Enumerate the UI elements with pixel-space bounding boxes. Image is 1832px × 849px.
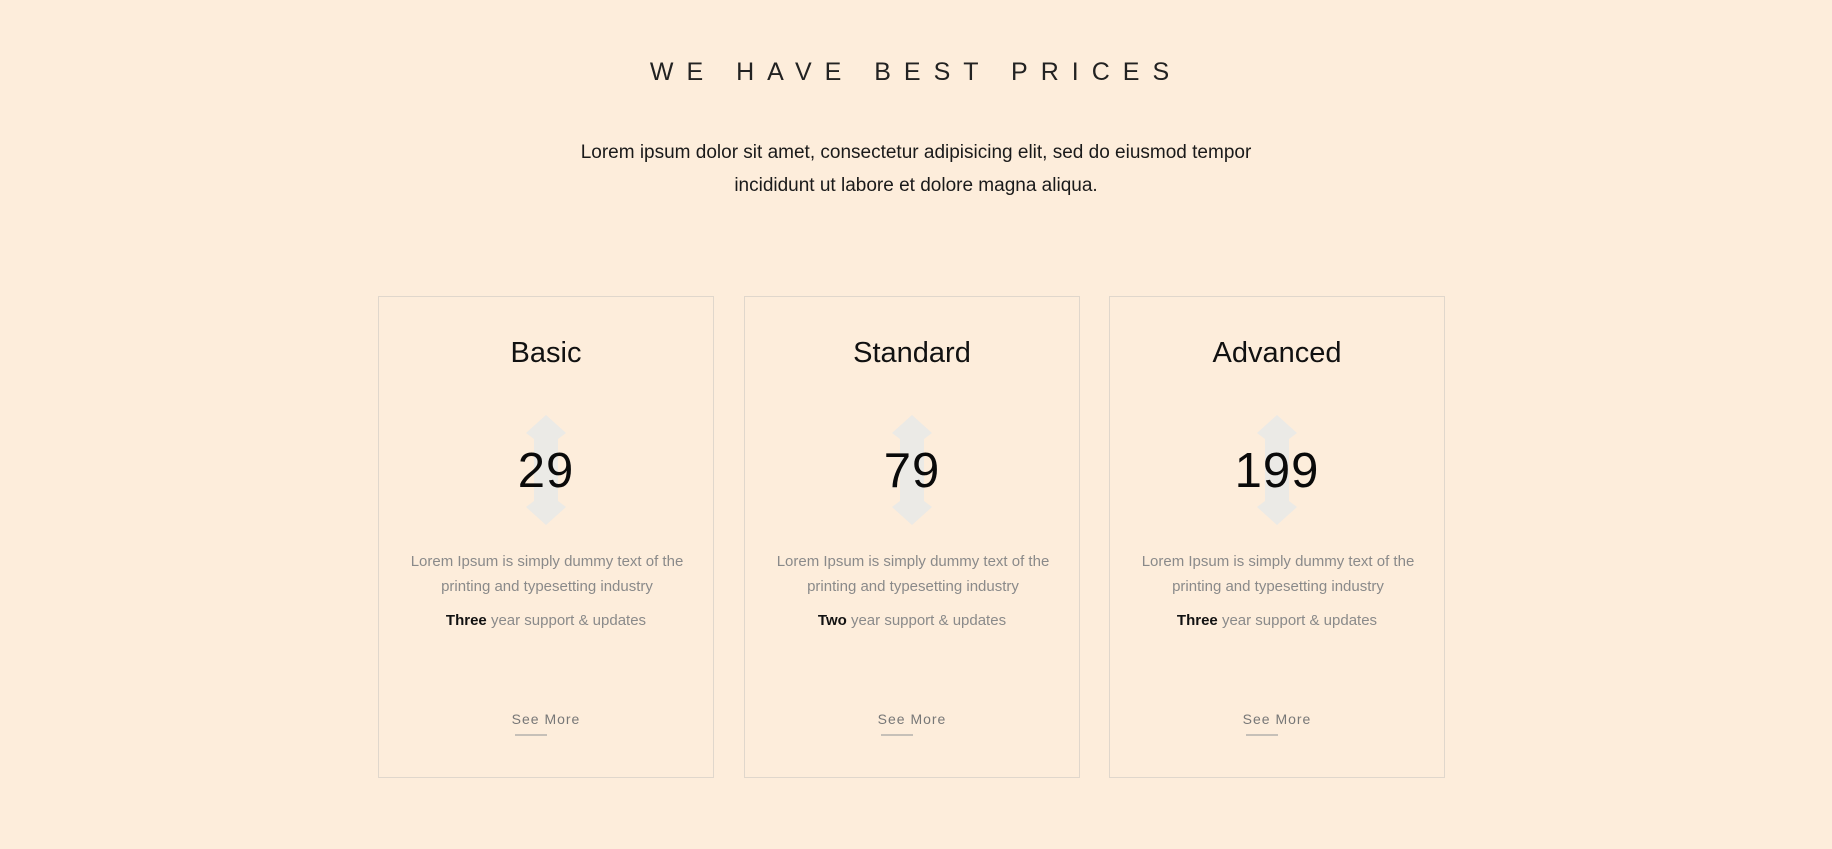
plan-name: Advanced (1212, 337, 1342, 369)
support-duration: Three (445, 612, 487, 629)
plan-description: Lorem Ipsum is simply dummy text of the … (776, 553, 1050, 595)
plan-price: 79 (883, 444, 941, 498)
section-intro: Lorem ipsum dolor sit amet, consectetur … (580, 142, 1252, 196)
see-more-button[interactable]: See More (745, 711, 1079, 727)
plan-support: Two year support & updates (745, 612, 1079, 629)
support-label: year support & updates (850, 612, 1007, 629)
pricing-card-standard: Standard 79 Lorem Ipsum is simply dummy … (744, 296, 1080, 778)
plan-price: 29 (517, 444, 575, 498)
support-duration: Three (1176, 612, 1218, 629)
see-more-underline (515, 734, 547, 736)
see-more-button[interactable]: See More (1110, 711, 1444, 727)
plan-description: Lorem Ipsum is simply dummy text of the … (1141, 553, 1415, 595)
support-label: year support & updates (490, 612, 647, 629)
pricing-card-basic: Basic 29 Lorem Ipsum is simply dummy tex… (378, 296, 714, 778)
see-more-underline (881, 734, 913, 736)
price-block: 29 (379, 415, 713, 525)
plan-name: Basic (510, 337, 582, 369)
plan-name: Standard (853, 337, 971, 369)
support-duration: Two (817, 612, 847, 629)
plan-support: Three year support & updates (1110, 612, 1444, 629)
plan-support: Three year support & updates (379, 612, 713, 629)
pricing-section: WE HAVE BEST PRICES Lorem ipsum dolor si… (0, 0, 1832, 849)
pricing-card-advanced: Advanced 199 Lorem Ipsum is simply dummy… (1109, 296, 1445, 778)
see-more-underline (1246, 734, 1278, 736)
plan-description: Lorem Ipsum is simply dummy text of the … (410, 553, 684, 595)
price-block: 199 (1110, 415, 1444, 525)
see-more-button[interactable]: See More (379, 711, 713, 727)
plan-price: 199 (1234, 444, 1320, 498)
price-block: 79 (745, 415, 1079, 525)
section-title: WE HAVE BEST PRICES (649, 58, 1183, 86)
support-label: year support & updates (1221, 612, 1378, 629)
